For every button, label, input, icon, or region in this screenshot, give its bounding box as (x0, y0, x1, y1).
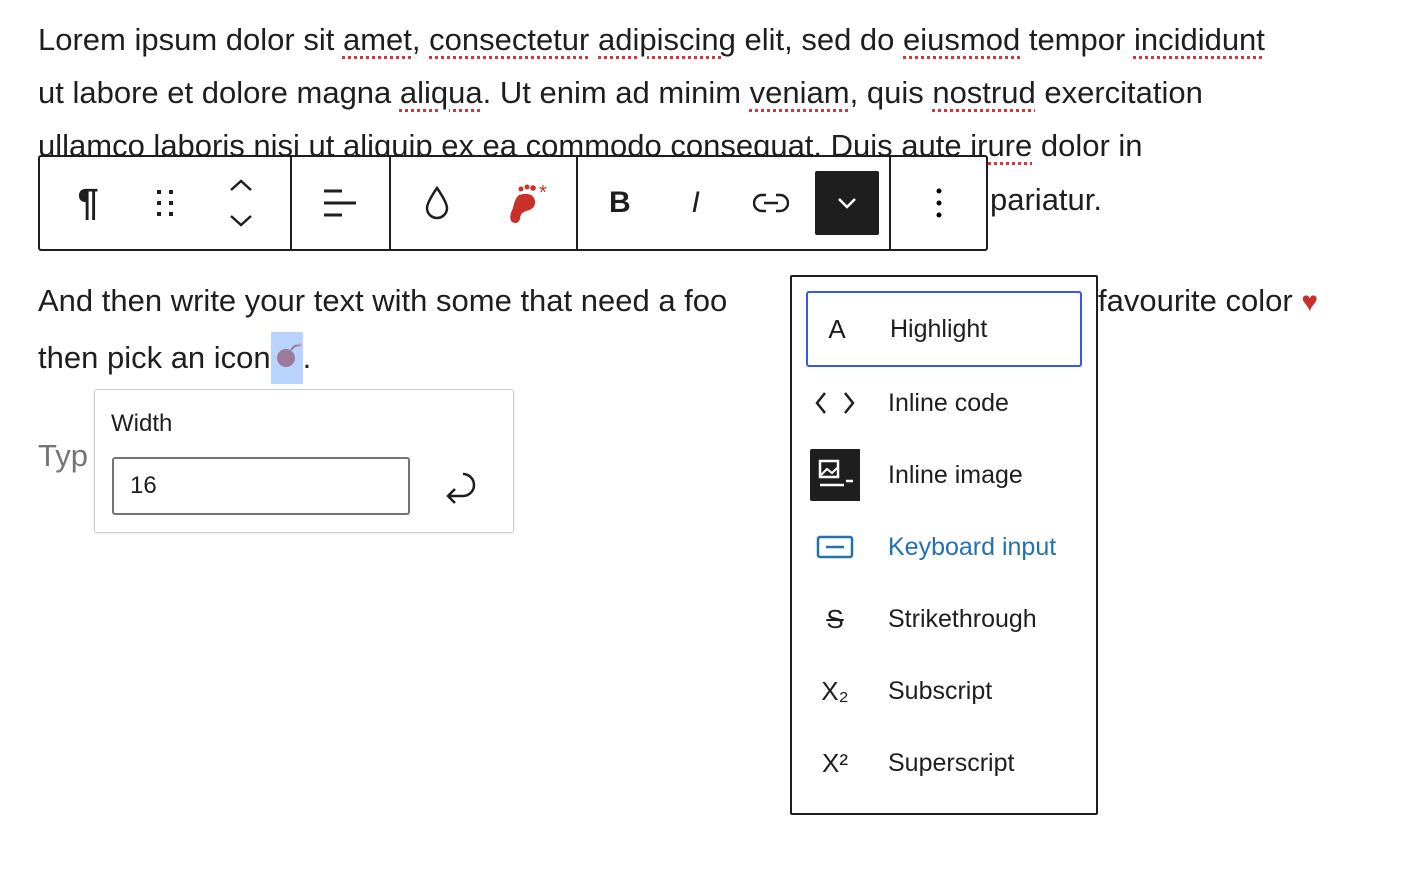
text: nostrud (932, 75, 1036, 110)
paragraph-line: pariatur. (990, 182, 1103, 217)
menu-item-label: Inline image (888, 460, 1023, 489)
bomb-icon[interactable] (270, 332, 303, 384)
subscript-icon: X₂ (821, 675, 849, 706)
drop-color-icon[interactable] (405, 171, 469, 235)
menu-item-keyboard-input[interactable]: Keyboard input (806, 511, 1078, 583)
paragraph-line: Lorem ipsum dolor sit amet, consectetur … (38, 20, 1265, 60)
menu-item-strikethrough[interactable]: S Strikethrough (806, 583, 1078, 655)
drag-handle-icon[interactable] (133, 171, 197, 235)
text: , quis (849, 75, 933, 110)
apply-enter-icon[interactable] (445, 468, 485, 513)
menu-item-subscript[interactable]: X₂ Subscript (806, 655, 1078, 727)
menu-item-label: Highlight (890, 314, 988, 343)
paragraph-icon[interactable]: ¶ (56, 171, 120, 235)
menu-item-label: Superscript (888, 748, 1015, 777)
text: Lorem ipsum dolor sit (38, 22, 343, 57)
options-icon[interactable] (907, 171, 971, 235)
menu-item-label: Strikethrough (888, 604, 1037, 633)
text: tempor (1020, 22, 1134, 57)
menu-item-label: Keyboard input (888, 532, 1057, 561)
bold-button[interactable]: B (588, 171, 652, 235)
text: exercitation (1035, 75, 1203, 110)
text: ut labore et dolore magna (38, 75, 400, 110)
menu-item-highlight[interactable]: A Highlight (806, 291, 1082, 367)
heart-icon: ♥ (1301, 286, 1318, 317)
width-label: Width (111, 410, 173, 437)
text: elit, sed do (735, 22, 904, 57)
paragraph-line: then pick an icon. (38, 332, 312, 386)
menu-item-superscript[interactable]: X² Superscript (806, 727, 1078, 799)
rich-text-dropdown-menu: A Highlight Inline code Inline image Keyb… (790, 275, 1098, 815)
text: adipiscing (598, 22, 736, 57)
menu-item-label: Inline code (888, 388, 1009, 417)
text: dolor in (1032, 128, 1143, 163)
placeholder-text[interactable]: Typ (38, 436, 88, 476)
code-icon (810, 390, 860, 416)
text: eiusmod (903, 22, 1021, 57)
menu-item-label: Subscript (888, 676, 993, 705)
menu-item-inline-image[interactable]: Inline image (806, 439, 1078, 511)
text: veniam (749, 75, 850, 110)
paragraph-line: ut labore et dolore magna aliqua. Ut eni… (38, 73, 1203, 113)
keyboard-icon (810, 535, 860, 559)
text: , (411, 22, 430, 57)
paragraph-line: favourite color ♥ (1098, 281, 1318, 322)
more-rich-text-button[interactable] (815, 171, 880, 235)
width-input[interactable] (112, 457, 410, 515)
block-toolbar: ¶ * B I (38, 155, 988, 251)
icon-width-popover: Width (94, 389, 514, 533)
image-icon (810, 449, 860, 501)
italic-button[interactable]: I (664, 171, 728, 235)
text: . Ut enim ad minim (482, 75, 750, 110)
text: favourite color (1098, 283, 1293, 318)
highlight-icon: A (828, 313, 846, 344)
link-icon[interactable] (739, 171, 803, 235)
footnote-icon[interactable]: * (498, 171, 562, 235)
text: amet (342, 22, 412, 57)
text: aliqua (399, 75, 483, 110)
align-icon[interactable] (308, 171, 372, 235)
strikethrough-icon: S (826, 603, 844, 634)
move-up-down-icon[interactable] (209, 171, 273, 235)
text (589, 22, 598, 57)
superscript-icon: X² (822, 747, 848, 778)
menu-item-inline-code[interactable]: Inline code (806, 367, 1078, 439)
svg-text:*: * (539, 182, 547, 204)
paragraph-line: And then write your text with some that … (38, 283, 728, 318)
chevron-down-icon (838, 198, 857, 209)
text: consectetur (429, 22, 590, 57)
text: . (302, 340, 312, 376)
text: incididunt (1133, 22, 1265, 57)
text: then pick an icon (38, 340, 271, 376)
